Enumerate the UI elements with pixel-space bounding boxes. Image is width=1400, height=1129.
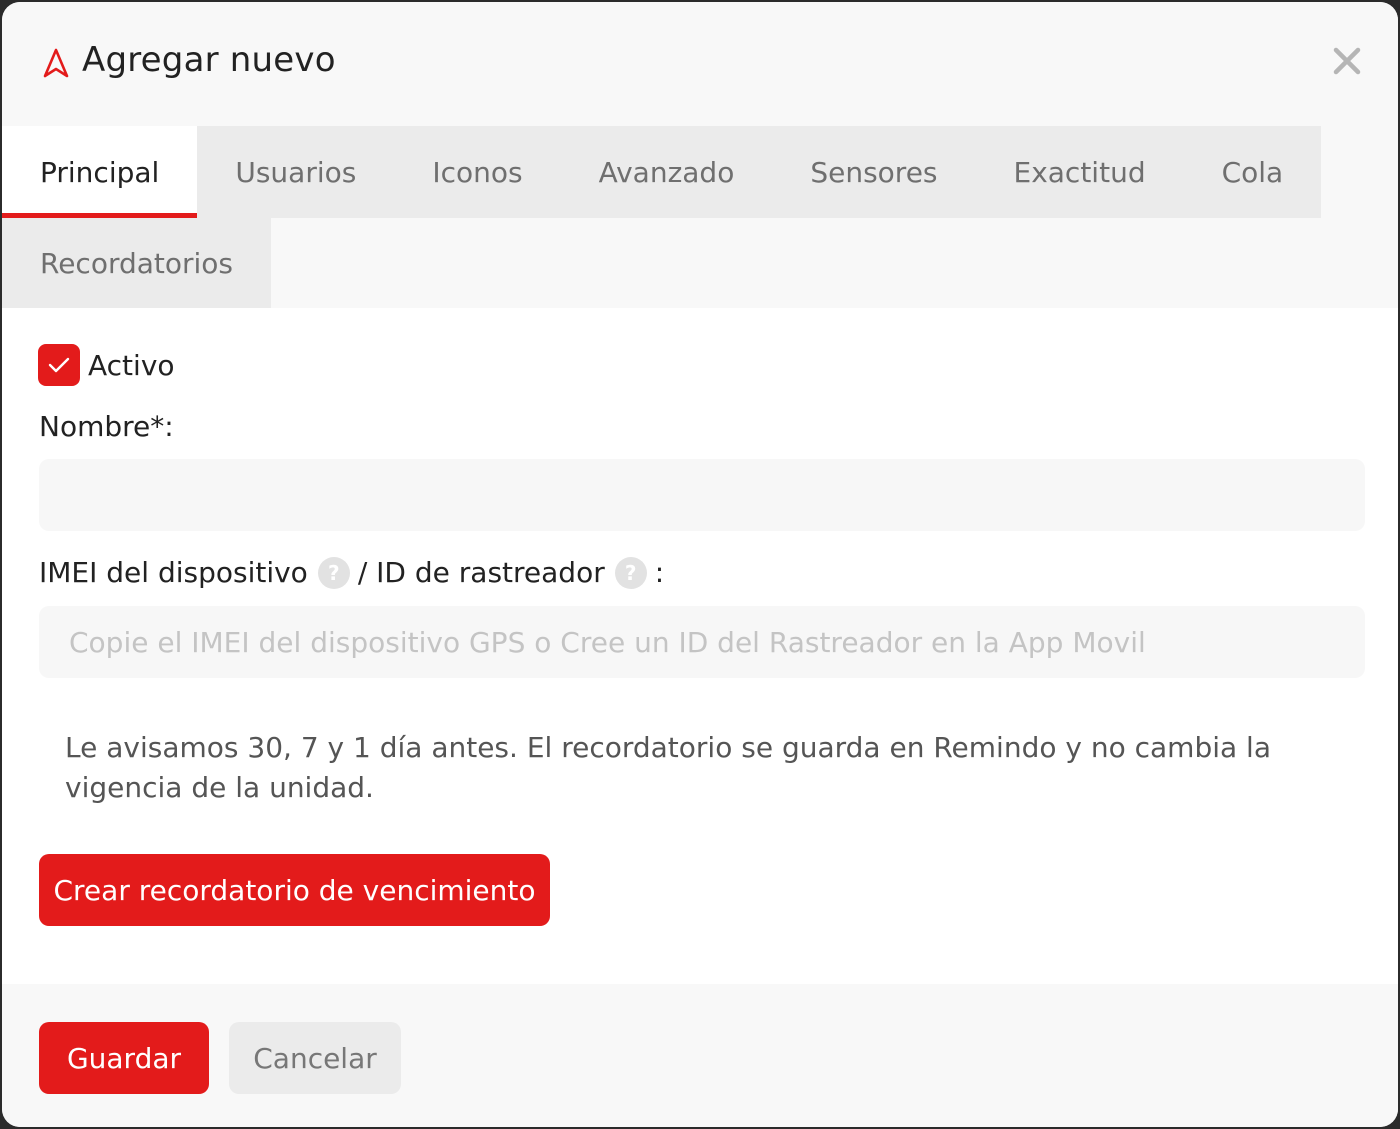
tab-exactitud[interactable]: Exactitud (976, 126, 1184, 218)
tab-avanzado[interactable]: Avanzado (561, 126, 773, 218)
active-checkbox-row: Activo (38, 344, 175, 386)
dialog-header: Agregar nuevo (2, 2, 1398, 126)
save-button[interactable]: Guardar (39, 1022, 209, 1094)
navigation-arrow-icon (43, 48, 69, 78)
tracker-help-icon[interactable]: ? (614, 556, 647, 589)
add-new-dialog: Agregar nuevo Principal Usuarios Iconos … (2, 2, 1398, 1127)
tracker-id-label: / ID de rastreador (357, 556, 605, 589)
imei-input[interactable] (39, 606, 1365, 678)
checkmark-icon (48, 357, 70, 373)
cancel-button[interactable]: Cancelar (229, 1022, 401, 1094)
tab-bar-row-2: Recordatorios (2, 218, 272, 308)
tab-usuarios[interactable]: Usuarios (197, 126, 394, 218)
name-label: Nombre*: (39, 410, 174, 443)
tab-sensores[interactable]: Sensores (772, 126, 975, 218)
tab-principal[interactable]: Principal (2, 126, 198, 218)
active-label: Activo (88, 348, 175, 382)
close-icon[interactable] (1330, 44, 1364, 78)
imei-label-colon: : (654, 556, 665, 589)
tab-iconos[interactable]: Iconos (394, 126, 560, 218)
imei-help-icon[interactable]: ? (317, 556, 350, 589)
dialog-footer (2, 984, 1398, 1127)
name-input[interactable] (39, 459, 1365, 531)
tab-recordatorios[interactable]: Recordatorios (2, 218, 271, 308)
create-expiry-reminder-button[interactable]: Crear recordatorio de vencimiento (39, 854, 550, 926)
reminder-note: Le avisamos 30, 7 y 1 día antes. El reco… (65, 731, 1271, 804)
imei-label-row: IMEI del dispositivo ? / ID de rastreado… (39, 556, 664, 589)
active-checkbox[interactable] (38, 344, 80, 386)
dialog-title: Agregar nuevo (82, 40, 336, 80)
tab-bar: Principal Usuarios Iconos Avanzado Senso… (2, 126, 1322, 218)
tab-cola[interactable]: Cola (1184, 126, 1322, 218)
imei-label: IMEI del dispositivo (39, 556, 308, 589)
